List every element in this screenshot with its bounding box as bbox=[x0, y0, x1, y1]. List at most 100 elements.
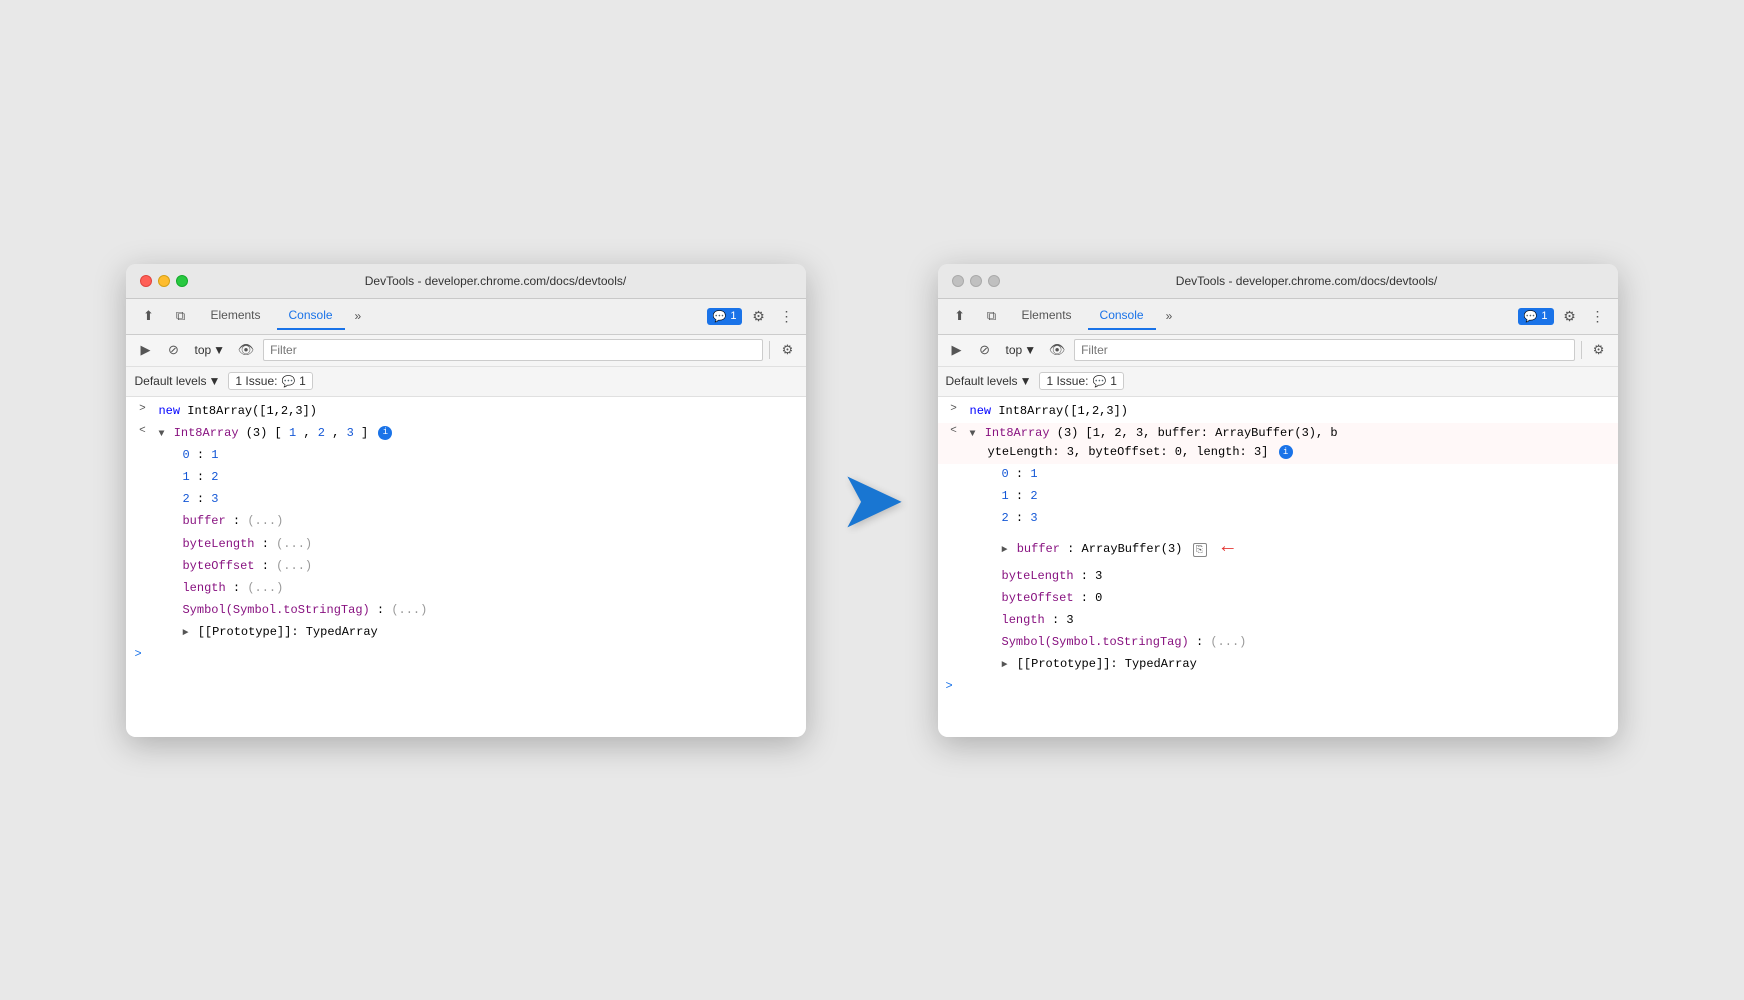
right-proto-text: [[Prototype]]: TypedArray bbox=[1017, 657, 1197, 671]
right-buffer-content: ► buffer : ArrayBuffer(3) ⎘ ← bbox=[970, 532, 1610, 564]
right-prop-buffer: ► buffer : ArrayBuffer(3) ⎘ ← bbox=[938, 531, 1618, 566]
left-prop-symbol: Symbol(Symbol.toStringTag) : (...) bbox=[126, 600, 806, 622]
right-p2-label: 2 bbox=[1002, 511, 1009, 525]
maximize-button[interactable] bbox=[176, 275, 188, 287]
left-gutter-p2 bbox=[126, 490, 158, 491]
left-output-text: ▼ Int8Array (3) [ 1 , 2 , 3 ] i bbox=[158, 424, 798, 443]
right-filter-input[interactable] bbox=[1074, 339, 1574, 361]
left-byteOff-val: (...) bbox=[276, 559, 312, 573]
left-byteLen-content: byteLength : (...) bbox=[158, 535, 798, 554]
left-badge-count: 1 bbox=[730, 310, 736, 322]
right-default-levels[interactable]: Default levels ▼ bbox=[946, 374, 1032, 388]
right-eye-icon[interactable]: 👁 bbox=[1046, 339, 1068, 361]
right-tab-more[interactable]: » bbox=[1160, 305, 1179, 327]
right-output-values-2: yteLength: 3, byteOffset: 0, length: 3] bbox=[970, 445, 1276, 459]
right-prop-1: 1 : 2 bbox=[938, 486, 1618, 508]
right-top-select[interactable]: top ▼ bbox=[1002, 342, 1041, 358]
left-tab-more[interactable]: » bbox=[349, 305, 368, 327]
right-output-text: ▼ Int8Array (3) [1, 2, 3, buffer: ArrayB… bbox=[970, 424, 1610, 462]
left-buffer-val: (...) bbox=[247, 514, 283, 528]
left-play-icon[interactable]: ▶ bbox=[134, 339, 156, 361]
right-issue-badge[interactable]: 1 Issue: 💬 1 bbox=[1039, 372, 1123, 390]
left-copy-icon[interactable]: ⧉ bbox=[166, 302, 194, 330]
right-symbol-val: (...) bbox=[1210, 635, 1246, 649]
left-input-text: new Int8Array([1,2,3]) bbox=[158, 402, 798, 421]
left-default-levels[interactable]: Default levels ▼ bbox=[134, 374, 220, 388]
left-filter-input[interactable] bbox=[263, 339, 763, 361]
left-badge-icon: 💬 bbox=[713, 310, 727, 323]
right-buffer-triangle[interactable]: ► bbox=[1002, 543, 1008, 559]
right-close-button[interactable] bbox=[952, 275, 964, 287]
right-prop-byteOffset: byteOffset : 0 bbox=[938, 588, 1618, 610]
right-maximize-button[interactable] bbox=[988, 275, 1000, 287]
right-expand-triangle[interactable]: ▼ bbox=[970, 427, 976, 443]
left-gear-icon[interactable]: ⚙ bbox=[776, 339, 798, 361]
direction-arrow: ➤ bbox=[838, 460, 905, 540]
close-button[interactable] bbox=[140, 275, 152, 287]
right-length-content: length : 3 bbox=[970, 611, 1610, 630]
right-gutter-p0 bbox=[938, 465, 970, 466]
left-gutter-symbol bbox=[126, 601, 158, 602]
right-copy-icon[interactable]: ⧉ bbox=[978, 302, 1006, 330]
right-symbol-content: Symbol(Symbol.toStringTag) : (...) bbox=[970, 633, 1610, 652]
right-line-input: > new Int8Array([1,2,3]) bbox=[938, 401, 1618, 423]
right-play-icon[interactable]: ▶ bbox=[946, 339, 968, 361]
left-p1-label: 1 bbox=[182, 470, 189, 484]
right-prop-length: length : 3 bbox=[938, 610, 1618, 632]
left-prop-1-content: 1 : 2 bbox=[158, 468, 798, 487]
left-block-icon[interactable]: ⊘ bbox=[162, 339, 184, 361]
right-prop-0-content: 0 : 1 bbox=[970, 465, 1610, 484]
right-prop-0: 0 : 1 bbox=[938, 464, 1618, 486]
left-gutter-output: < bbox=[126, 424, 158, 437]
right-panel-wrapper: DevTools - developer.chrome.com/docs/dev… bbox=[938, 264, 1618, 737]
left-tab-elements[interactable]: Elements bbox=[198, 302, 272, 330]
left-val1: 1 bbox=[289, 426, 296, 440]
right-prompt[interactable]: > bbox=[938, 677, 1618, 695]
left-prop-0: 0 : 1 bbox=[126, 445, 806, 467]
right-prompt-gt: > bbox=[946, 679, 953, 693]
left-issue-badge[interactable]: 1 Issue: 💬 1 bbox=[228, 372, 312, 390]
right-p1-label: 1 bbox=[1002, 489, 1009, 503]
left-top-select[interactable]: top ▼ bbox=[190, 342, 229, 358]
left-cursor-icon[interactable]: ⬆ bbox=[134, 302, 162, 330]
right-minimize-button[interactable] bbox=[970, 275, 982, 287]
left-tab-bar: ⬆ ⧉ Elements Console » 💬 1 ⚙ ⋮ bbox=[126, 299, 806, 335]
right-console-badge[interactable]: 💬 1 bbox=[1518, 308, 1554, 325]
left-info-icon[interactable]: i bbox=[378, 426, 392, 440]
right-byteLen-val: 3 bbox=[1095, 569, 1102, 583]
left-eye-icon[interactable]: 👁 bbox=[235, 339, 257, 361]
right-tab-elements[interactable]: Elements bbox=[1010, 302, 1084, 330]
right-block-icon[interactable]: ⊘ bbox=[974, 339, 996, 361]
left-issue-label: 1 Issue: bbox=[235, 374, 277, 388]
left-tab-console[interactable]: Console bbox=[277, 302, 345, 330]
right-default-levels-chevron: ▼ bbox=[1020, 374, 1032, 388]
left-collapse-arrow[interactable]: < bbox=[139, 425, 146, 437]
left-byteLen-label: byteLength bbox=[182, 537, 254, 551]
right-title-bar: DevTools - developer.chrome.com/docs/dev… bbox=[938, 264, 1618, 299]
left-expand-triangle[interactable]: ▼ bbox=[158, 427, 164, 443]
left-byteOff-label: byteOffset bbox=[182, 559, 254, 573]
right-info-icon[interactable]: i bbox=[1279, 445, 1293, 459]
right-badge-count: 1 bbox=[1541, 310, 1547, 322]
left-int8array-label: Int8Array bbox=[174, 426, 239, 440]
right-length-label: length bbox=[1002, 613, 1045, 627]
right-tab-console[interactable]: Console bbox=[1088, 302, 1156, 330]
right-proto-triangle[interactable]: ► bbox=[1002, 658, 1008, 674]
left-settings-icon[interactable]: ⚙ bbox=[746, 304, 770, 328]
left-prompt[interactable]: > bbox=[126, 645, 806, 663]
right-settings-icon[interactable]: ⚙ bbox=[1558, 304, 1582, 328]
right-cursor-icon[interactable]: ⬆ bbox=[946, 302, 974, 330]
left-prop-byteLength: byteLength : (...) bbox=[126, 534, 806, 556]
left-top-chevron: ▼ bbox=[213, 343, 225, 357]
left-console-badge[interactable]: 💬 1 bbox=[707, 308, 743, 325]
right-gutter-p2 bbox=[938, 509, 970, 510]
right-input-text: new Int8Array([1,2,3]) bbox=[970, 402, 1610, 421]
left-menu-icon[interactable]: ⋮ bbox=[774, 304, 798, 328]
left-proto-triangle[interactable]: ► bbox=[182, 626, 188, 642]
minimize-button[interactable] bbox=[158, 275, 170, 287]
right-new-kw: new bbox=[970, 404, 992, 418]
right-menu-icon[interactable]: ⋮ bbox=[1586, 304, 1610, 328]
left-input-gt: > bbox=[139, 403, 146, 415]
right-gear-icon[interactable]: ⚙ bbox=[1588, 339, 1610, 361]
right-collapse-arrow[interactable]: < bbox=[950, 425, 957, 437]
